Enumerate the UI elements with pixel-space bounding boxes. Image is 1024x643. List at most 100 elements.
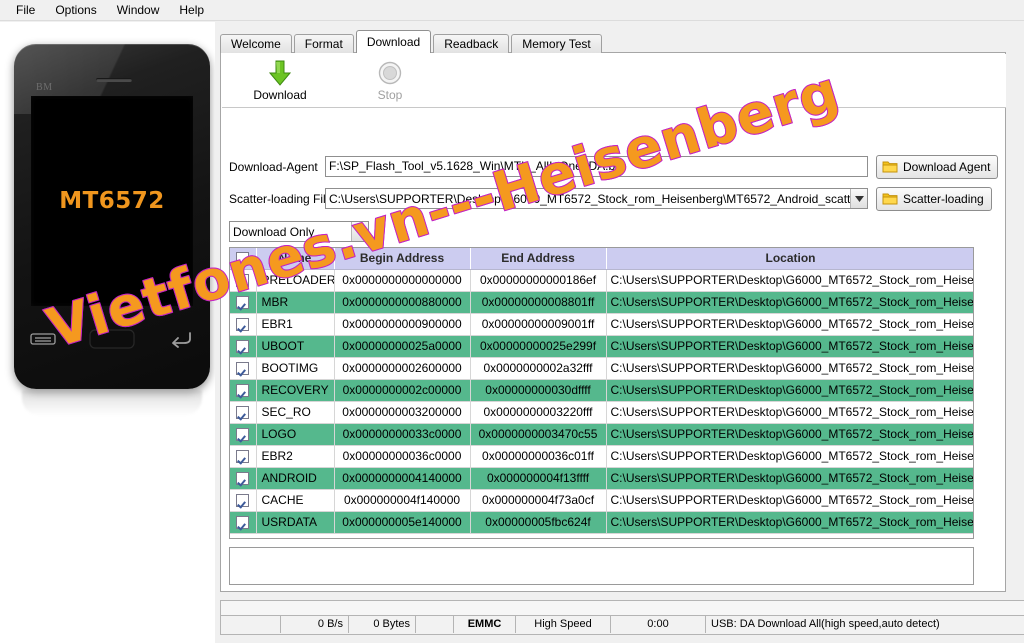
- scatter-loading-row: Scatter-loading File C:\Users\SUPPORTER\…: [229, 186, 992, 211]
- begin-address-cell: 0x00000000033c0000: [334, 423, 471, 446]
- location-cell: C:\Users\SUPPORTER\Desktop\G6000_MT6572_…: [606, 357, 973, 380]
- column-header-begin[interactable]: Begin Address: [334, 248, 471, 270]
- row-checkbox[interactable]: [236, 428, 250, 442]
- tool-panel: Welcome Format Download Readback Memory …: [215, 22, 1024, 643]
- status-cells: 0 B/s 0 Bytes EMMC High Speed 0:00 USB: DA Do…: [220, 616, 1024, 635]
- table-header-row: Name Begin Address End Address Location: [230, 248, 973, 270]
- select-all-checkbox[interactable]: [236, 252, 250, 266]
- row-checkbox[interactable]: [236, 406, 250, 420]
- folder-icon: [882, 160, 898, 173]
- row-checkbox[interactable]: [236, 318, 250, 332]
- status-cell-2: 0 Bytes: [349, 616, 416, 633]
- row-checkbox-cell[interactable]: [230, 401, 257, 424]
- tab-download[interactable]: Download: [355, 30, 432, 53]
- begin-address-cell: 0x0000000000880000: [334, 291, 471, 314]
- chevron-down-icon[interactable]: [850, 189, 867, 208]
- row-checkbox-cell[interactable]: [230, 269, 257, 292]
- begin-address-cell: 0x0000000002600000: [334, 357, 471, 380]
- row-checkbox[interactable]: [236, 450, 250, 464]
- begin-address-cell: 0x000000004f140000: [334, 489, 471, 512]
- row-checkbox[interactable]: [236, 296, 250, 310]
- row-checkbox-cell[interactable]: [230, 335, 257, 358]
- row-checkbox-cell[interactable]: [230, 291, 257, 314]
- table-row[interactable]: SEC_RO 0x0000000003200000 0x0000000003220f…: [230, 401, 973, 424]
- status-cell-7: USB: DA Download All(high speed,auto det…: [706, 616, 1024, 633]
- row-checkbox[interactable]: [236, 472, 250, 486]
- table-row[interactable]: EBR1 0x0000000000900000 0x00000000009001ff…: [230, 313, 973, 336]
- table-row[interactable]: RECOVERY 0x0000000002c00000 0x00000000030d…: [230, 379, 973, 402]
- stop-button[interactable]: Stop: [340, 59, 440, 102]
- row-checkbox-cell[interactable]: [230, 423, 257, 446]
- status-cell-5: High Speed: [516, 616, 611, 633]
- scatter-loading-browse-button[interactable]: Scatter-loading: [876, 186, 992, 211]
- phone-screen: MT6572: [31, 96, 193, 306]
- tab-bar: Welcome Format Download Readback Memory …: [220, 30, 604, 53]
- chevron-down-icon[interactable]: [351, 222, 368, 241]
- tab-readback[interactable]: Readback: [433, 34, 510, 53]
- row-checkbox-cell[interactable]: [230, 489, 257, 512]
- begin-address-cell: 0x0000000000000000: [334, 269, 471, 292]
- table-row[interactable]: UBOOT 0x00000000025a0000 0x00000000025e299…: [230, 335, 973, 358]
- row-checkbox-cell[interactable]: [230, 313, 257, 336]
- table-row[interactable]: CACHE 0x000000004f140000 0x000000004f73a0c…: [230, 489, 973, 512]
- table-row[interactable]: EBR2 0x00000000036c0000 0x00000000036c01ff…: [230, 445, 973, 468]
- select-all-header[interactable]: [230, 248, 257, 270]
- row-checkbox-cell[interactable]: [230, 467, 257, 490]
- begin-address-cell: 0x0000000004140000: [334, 467, 471, 490]
- begin-address-cell: 0x00000000025a0000: [334, 335, 471, 358]
- partition-name-cell: BOOTIMG: [256, 357, 335, 380]
- row-checkbox[interactable]: [236, 362, 250, 376]
- row-checkbox[interactable]: [236, 384, 250, 398]
- table-row[interactable]: LOGO 0x00000000033c0000 0x0000000003470c55…: [230, 423, 973, 446]
- menu-item-window[interactable]: Window: [107, 1, 170, 20]
- row-checkbox-cell[interactable]: [230, 511, 257, 534]
- row-checkbox-cell[interactable]: [230, 357, 257, 380]
- row-checkbox-cell[interactable]: [230, 445, 257, 468]
- download-agent-label: Download-Agent: [229, 159, 318, 174]
- column-header-name[interactable]: Name: [256, 248, 335, 270]
- end-address-cell: 0x000000004f13ffff: [470, 467, 607, 490]
- partition-name-cell: PRELOADER: [256, 269, 335, 292]
- column-header-end[interactable]: End Address: [470, 248, 607, 270]
- download-tab-page: Download Stop Download-Agent F:\SP_Flash…: [220, 52, 1006, 592]
- location-cell: C:\Users\SUPPORTER\Desktop\G6000_MT6572_…: [606, 445, 973, 468]
- phone-nav-buttons: [14, 316, 210, 364]
- partition-name-cell: CACHE: [256, 489, 335, 512]
- status-cell-4: EMMC: [454, 616, 516, 633]
- download-agent-input[interactable]: F:\SP_Flash_Tool_v5.1628_Win\MTK_AllInOn…: [325, 156, 868, 177]
- phone-speaker-grille: [96, 78, 132, 82]
- download-agent-browse-button[interactable]: Download Agent: [876, 154, 999, 179]
- row-checkbox[interactable]: [236, 274, 250, 288]
- scatter-loading-combobox[interactable]: C:\Users\SUPPORTER\Desktop\G6000_MT6572_…: [325, 188, 868, 209]
- end-address-cell: 0x000000004f73a0cf: [470, 489, 607, 512]
- begin-address-cell: 0x0000000003200000: [334, 401, 471, 424]
- row-checkbox-cell[interactable]: [230, 379, 257, 402]
- table-row[interactable]: MBR 0x0000000000880000 0x00000000008801ff C…: [230, 291, 973, 314]
- partition-name-cell: MBR: [256, 291, 335, 314]
- tab-format[interactable]: Format: [293, 34, 354, 53]
- status-cell-3: [416, 616, 454, 633]
- scatter-loading-browse-label: Scatter-loading: [903, 191, 984, 206]
- download-button[interactable]: Download: [230, 59, 330, 102]
- table-row[interactable]: BOOTIMG 0x0000000002600000 0x0000000002a32…: [230, 357, 973, 380]
- status-cell-0: [221, 616, 281, 633]
- row-checkbox[interactable]: [236, 516, 250, 530]
- partition-table[interactable]: Name Begin Address End Address Location …: [229, 247, 974, 539]
- status-progress-strip: [220, 600, 1024, 616]
- end-address-cell: 0x00000000036c01ff: [470, 445, 607, 468]
- location-cell: C:\Users\SUPPORTER\Desktop\G6000_MT6572_…: [606, 313, 973, 336]
- menu-item-options[interactable]: Options: [45, 1, 106, 20]
- row-checkbox[interactable]: [236, 494, 250, 508]
- column-header-location[interactable]: Location: [606, 248, 973, 270]
- menu-item-file[interactable]: File: [6, 1, 45, 20]
- tab-welcome[interactable]: Welcome: [220, 34, 292, 53]
- scatter-loading-value: C:\Users\SUPPORTER\Desktop\G6000_MT6572_…: [329, 191, 850, 206]
- table-row[interactable]: PRELOADER 0x0000000000000000 0x00000000000…: [230, 269, 973, 292]
- download-mode-combobox[interactable]: Download Only: [229, 221, 369, 242]
- row-checkbox[interactable]: [236, 340, 250, 354]
- table-row[interactable]: ANDROID 0x0000000004140000 0x000000004f13f…: [230, 467, 973, 490]
- menu-item-help[interactable]: Help: [169, 1, 214, 20]
- table-row[interactable]: USRDATA 0x000000005e140000 0x00000005fbc62…: [230, 511, 973, 534]
- location-cell: C:\Users\SUPPORTER\Desktop\G6000_MT6572_…: [606, 291, 973, 314]
- tab-memory-test[interactable]: Memory Test: [511, 34, 602, 53]
